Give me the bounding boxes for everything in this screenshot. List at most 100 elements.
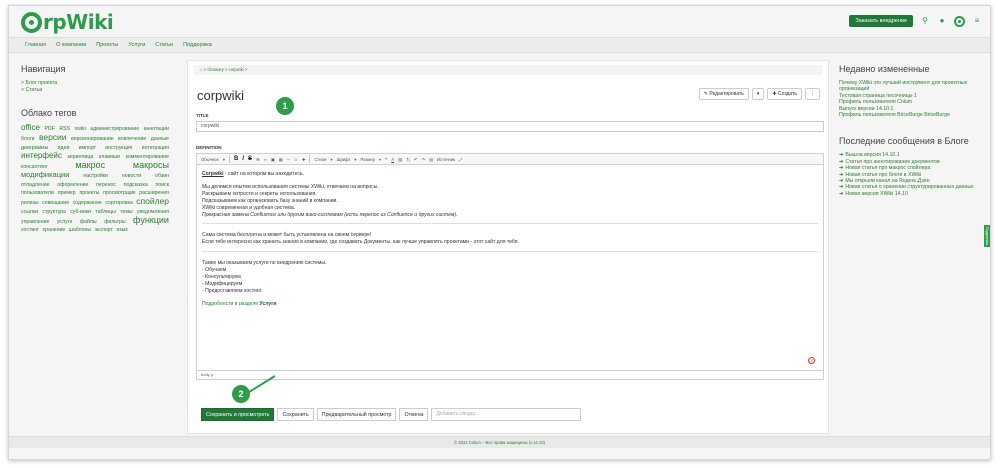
tag-item[interactable]: консалтинг: [21, 164, 48, 170]
tag-item[interactable]: версионирование: [71, 136, 114, 142]
search-icon[interactable]: ⚲: [920, 16, 930, 26]
tag-item[interactable]: RSS: [59, 126, 70, 132]
styles-select[interactable]: Стили: [314, 157, 326, 162]
tag-item[interactable]: совещание: [42, 200, 69, 206]
support-side-tab[interactable]: Поддержка: [984, 225, 990, 247]
bulleted-list-icon[interactable]: ☰: [256, 157, 260, 162]
tag-item[interactable]: шаблоны: [69, 227, 91, 233]
menu-item-about[interactable]: О компании: [56, 42, 86, 48]
tag-item[interactable]: таблицы: [95, 209, 116, 215]
strikethrough-button[interactable]: S: [248, 156, 252, 162]
tag-item[interactable]: диаграммы: [21, 145, 48, 151]
size-select[interactable]: Размер: [361, 157, 375, 162]
tag-item[interactable]: настройки: [83, 173, 108, 179]
tag-item[interactable]: хостинг: [21, 227, 39, 233]
tag-item[interactable]: клавиши: [99, 154, 120, 160]
tag-item[interactable]: ссылки: [21, 209, 38, 215]
tag-item[interactable]: аннотации: [144, 126, 169, 132]
create-button[interactable]: ✚ Создать: [767, 88, 802, 100]
more-actions-button[interactable]: ⋮: [805, 88, 820, 100]
tag-item[interactable]: поиск: [156, 182, 169, 188]
source-button-label[interactable]: Источник: [437, 157, 455, 162]
tag-item[interactable]: комментирование: [126, 154, 169, 160]
redo-icon[interactable]: ↷: [422, 157, 426, 162]
tag-item[interactable]: макрос: [75, 160, 105, 170]
tag-item[interactable]: оформление: [57, 182, 88, 188]
cancel-button[interactable]: Отмена: [399, 408, 429, 421]
spellcheck-warning-badge[interactable]: 2: [808, 357, 815, 364]
emoji-icon[interactable]: ☺: [294, 157, 298, 162]
tag-item[interactable]: модификации: [21, 170, 69, 179]
tag-item[interactable]: xwiki: [74, 126, 85, 132]
image-icon[interactable]: ▣: [271, 157, 275, 162]
tag-item[interactable]: обзин: [155, 173, 169, 179]
menu-item-articles[interactable]: Статьи: [155, 42, 173, 48]
tag-item[interactable]: суб-вики: [70, 209, 91, 215]
tag-item[interactable]: пример: [58, 190, 76, 196]
tag-item[interactable]: интерфейс: [21, 151, 62, 160]
tag-item[interactable]: блоги: [21, 136, 35, 142]
remove-format-icon[interactable]: Tₓ: [406, 157, 410, 162]
tag-item[interactable]: уведомления: [137, 209, 169, 215]
tag-item[interactable]: идеи: [58, 145, 70, 151]
menu-item-support[interactable]: Поддержка: [183, 42, 212, 48]
paragraph-format-select[interactable]: Обычное: [201, 157, 219, 162]
tag-item[interactable]: фильтры: [104, 219, 125, 225]
source-icon[interactable]: ▤: [429, 157, 433, 162]
tag-item[interactable]: администрирование: [90, 126, 139, 132]
recent-item[interactable]: Профиль пользователя BriceBurge BriceBur…: [839, 112, 979, 118]
definition-editor[interactable]: Corpwiki - сайт на котором вы находитесь…: [196, 165, 824, 371]
breadcrumb[interactable]: ⌂ > Glossary > corpwiki >: [194, 65, 822, 75]
tag-item[interactable]: управление: [21, 219, 49, 225]
site-logo[interactable]: rpWiki: [21, 10, 114, 34]
hamburger-menu-icon[interactable]: ≡: [972, 16, 982, 26]
tag-item[interactable]: импорт: [79, 145, 96, 151]
tag-item[interactable]: язык: [116, 227, 127, 233]
title-input[interactable]: corpwiki: [196, 121, 824, 132]
save-and-view-button[interactable]: Сохранить и просмотреть: [201, 408, 275, 421]
background-color-icon[interactable]: ▧: [398, 157, 402, 162]
tag-item[interactable]: расширения: [139, 190, 169, 196]
tag-item[interactable]: темы: [120, 209, 133, 215]
tag-item[interactable]: данные: [151, 136, 169, 142]
nav-item-blog[interactable]: > Блог проекта: [21, 80, 171, 87]
tag-item[interactable]: релизы: [21, 200, 39, 206]
tag-item[interactable]: файлы: [80, 219, 97, 225]
menu-item-home[interactable]: Главная: [25, 42, 46, 48]
change-summary-input[interactable]: Добавить сводку...: [431, 408, 582, 421]
tag-item[interactable]: кириллица: [68, 154, 94, 160]
tag-item[interactable]: функции: [133, 215, 169, 225]
tag-item[interactable]: интеграция: [142, 145, 169, 151]
nav-item-articles[interactable]: > Статьи: [21, 87, 171, 94]
order-implementation-button[interactable]: Заказать внедрение: [849, 15, 913, 27]
tag-item[interactable]: пользователи: [21, 190, 54, 196]
tag-item[interactable]: макросы: [133, 160, 169, 170]
tag-item[interactable]: новости: [122, 173, 141, 179]
quote-icon[interactable]: ❝: [385, 157, 387, 162]
text-color-icon[interactable]: A: [391, 157, 394, 162]
services-link[interactable]: Услуги: [260, 301, 277, 307]
tag-item[interactable]: инструкция: [105, 145, 132, 151]
tag-item[interactable]: хранение: [43, 227, 66, 233]
tag-item[interactable]: структура: [42, 209, 65, 215]
blog-post-item[interactable]: ➔ Новая версия XWiki 14.10: [839, 191, 979, 197]
tag-item[interactable]: версии: [39, 132, 67, 142]
tag-item[interactable]: экспорт: [95, 227, 113, 233]
save-button[interactable]: Сохранить: [277, 408, 314, 421]
undo-icon[interactable]: ↶: [414, 157, 418, 162]
tag-item[interactable]: вовлечение: [118, 136, 146, 142]
menu-item-projects[interactable]: Проекты: [96, 42, 118, 48]
tag-item[interactable]: PDF: [44, 126, 54, 132]
tag-item[interactable]: услуги: [57, 219, 73, 225]
font-select[interactable]: Шрифт: [337, 157, 351, 162]
tag-item[interactable]: содержание: [73, 200, 102, 206]
horizontal-line-icon[interactable]: ─: [287, 157, 290, 162]
menu-item-services[interactable]: Услуги: [128, 42, 145, 48]
edit-dropdown-button[interactable]: ▾: [751, 88, 765, 100]
notifications-bell-icon[interactable]: ●: [937, 16, 947, 26]
bold-button[interactable]: B: [234, 156, 238, 162]
preview-button[interactable]: Предварительный просмотр: [316, 408, 397, 421]
maximize-icon[interactable]: ⤢: [459, 157, 462, 162]
tag-item[interactable]: подсказка: [124, 182, 148, 188]
tag-item[interactable]: office: [21, 123, 40, 132]
